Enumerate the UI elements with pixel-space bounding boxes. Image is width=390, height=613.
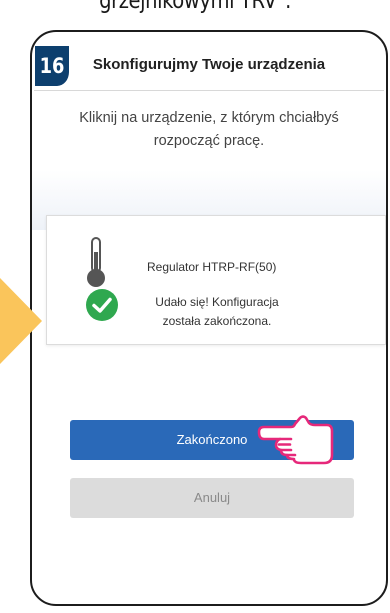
- checkmark-circle-icon: [86, 289, 118, 321]
- step-badge: 16: [35, 46, 69, 86]
- success-message: Udało się! Konfiguracja została zakończo…: [155, 295, 279, 328]
- page-caption: grzejnikowymi TRV".: [99, 0, 291, 14]
- cancel-button[interactable]: Anuluj: [70, 478, 354, 518]
- phone-frame: 16 Skonfigurujmy Twoje urządzenia Klikni…: [30, 30, 388, 606]
- pointing-hand-icon: [257, 415, 334, 465]
- header-divider: [34, 90, 384, 91]
- screen-title: Skonfigurujmy Twoje urządzenia: [92, 56, 326, 73]
- side-arrow-icon: [0, 278, 42, 364]
- instruction-text: Kliknij na urządzenie, z którym chciałby…: [79, 110, 339, 149]
- device-name: Regulator HTRP-RF(50): [147, 260, 277, 274]
- thermometer-icon: [87, 237, 105, 287]
- device-card[interactable]: Regulator HTRP-RF(50) Udało się! Konfigu…: [46, 215, 386, 345]
